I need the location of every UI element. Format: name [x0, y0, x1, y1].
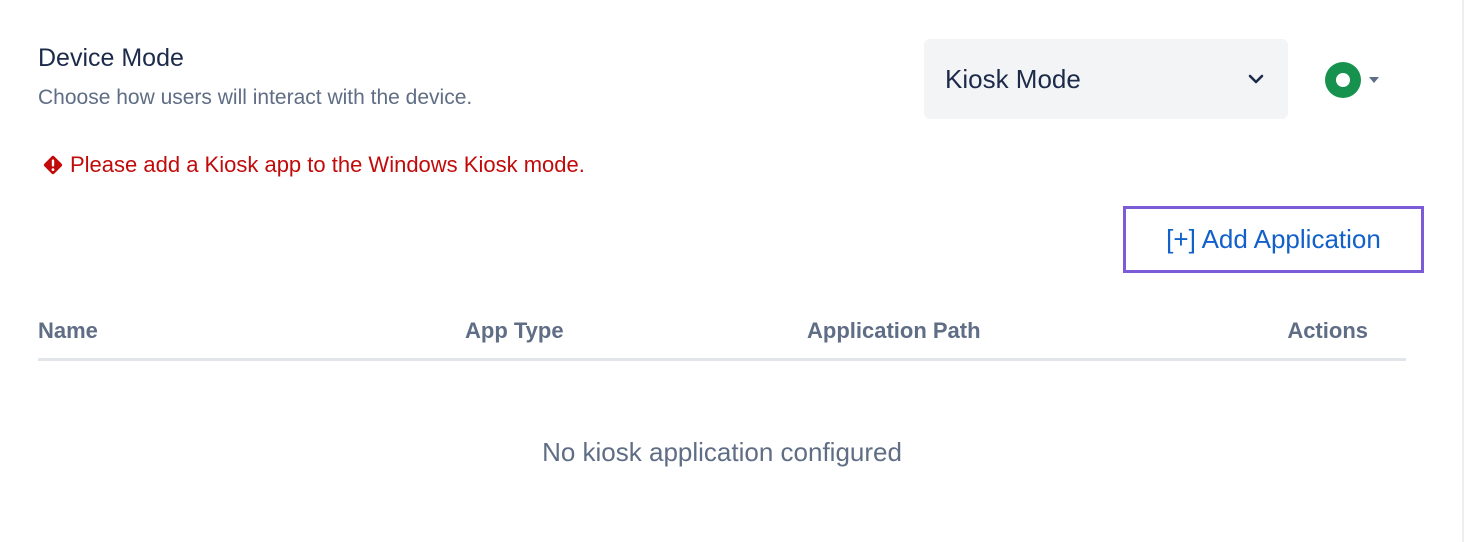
column-header-app-type: App Type [465, 318, 564, 343]
chevron-down-icon [1246, 72, 1266, 86]
section-description: Choose how users will interact with the … [38, 86, 473, 109]
column-header-name: Name [38, 318, 98, 343]
section-title: Device Mode [38, 44, 184, 72]
caret-down-icon [1369, 77, 1379, 83]
panel-divider [1462, 0, 1464, 542]
device-mode-panel: Device Mode Choose how users will intera… [0, 0, 1482, 542]
column-header-actions: Actions [1287, 318, 1368, 343]
status-ring-icon [1325, 62, 1361, 98]
status-dropdown[interactable] [1325, 62, 1379, 98]
error-diamond-icon [42, 154, 64, 176]
kiosk-warning: Please add a Kiosk app to the Windows Ki… [42, 152, 585, 178]
device-mode-select[interactable]: Kiosk Mode [924, 39, 1288, 119]
add-application-label: [+] Add Application [1166, 224, 1381, 254]
device-mode-value: Kiosk Mode [945, 63, 1081, 94]
warning-text: Please add a Kiosk app to the Windows Ki… [70, 152, 585, 177]
empty-table-message: No kiosk application configured [542, 437, 902, 467]
add-application-button[interactable]: [+] Add Application [1123, 206, 1424, 273]
column-header-application-path: Application Path [807, 318, 981, 343]
table-header: Name App Type Application Path Actions [38, 316, 1406, 361]
